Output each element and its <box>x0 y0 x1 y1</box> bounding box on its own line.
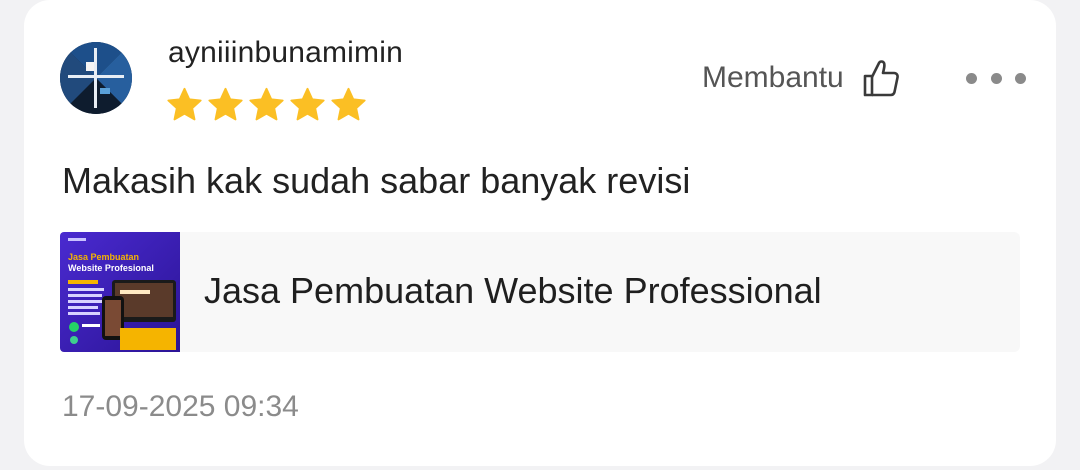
star-icon <box>249 87 284 121</box>
review-timestamp: 17-09-2025 09:34 <box>62 390 299 423</box>
more-dot-icon <box>990 72 1002 84</box>
star-rating <box>166 86 367 123</box>
product-title: Jasa Pembuatan Website Professional <box>204 270 822 311</box>
star-icon <box>167 87 202 121</box>
product-thumbnail: Jasa Pembuatan Website Profesional <box>60 232 180 352</box>
svg-text:Website Profesional: Website Profesional <box>68 263 154 273</box>
product-link[interactable]: Jasa Pembuatan Website Profesional Jasa … <box>60 232 1020 352</box>
more-options-button[interactable] <box>966 66 1026 90</box>
star-icon <box>331 87 366 121</box>
user-avatar[interactable] <box>60 42 132 114</box>
more-dot-icon <box>966 72 977 84</box>
reviewer-username: ayniiinbunamimin <box>168 36 403 69</box>
star-icon <box>290 87 325 121</box>
helpful-button[interactable]: Membantu <box>702 58 900 98</box>
more-dot-icon <box>1015 72 1026 84</box>
helpful-label: Membantu <box>702 61 844 94</box>
thumbs-up-icon <box>863 60 899 97</box>
svg-text:Jasa Pembuatan: Jasa Pembuatan <box>68 252 139 262</box>
star-icon <box>208 87 243 121</box>
review-text: Makasih kak sudah sabar banyak revisi <box>62 160 691 201</box>
